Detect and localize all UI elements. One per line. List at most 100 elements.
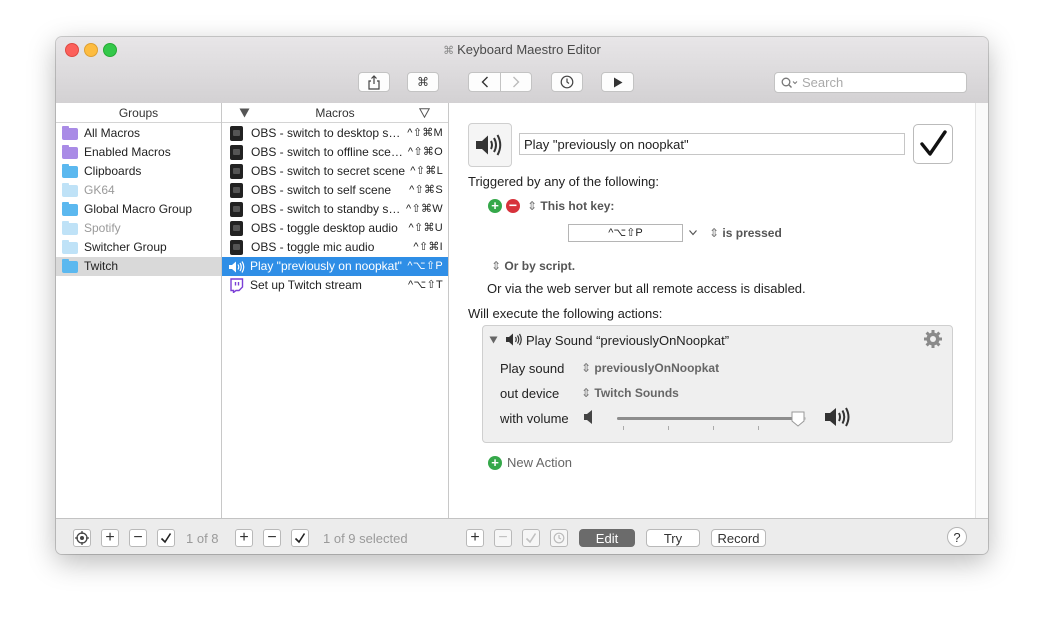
hotkey-field[interactable]: ^⌥⇧P (568, 224, 683, 242)
help-button[interactable]: ? (947, 527, 967, 547)
clock-icon (553, 532, 565, 544)
remove-group-button[interactable]: − (129, 529, 147, 547)
editor-window: ⌘Keyboard Maestro Editor ⌘ Groups All Ma… (56, 37, 988, 554)
macro-name: OBS - switch to offline scene (251, 145, 404, 159)
gear-icon[interactable] (923, 329, 943, 349)
out-device-popup[interactable]: ⇕ Twitch Sounds (581, 386, 679, 400)
volume-slider-thumb[interactable] (791, 411, 805, 427)
or-by-script-popup[interactable]: ⇕ Or by script. (491, 259, 575, 273)
macro-row[interactable]: Set up Twitch stream ^⌥⇧T (222, 276, 448, 295)
macro-hotkey: ^⇧⌘O (407, 146, 443, 158)
group-row-spotify[interactable]: Spotify (56, 219, 221, 238)
out-device-value: Twitch Sounds (594, 386, 679, 400)
group-row-twitch[interactable]: Twitch (56, 257, 221, 276)
try-button[interactable]: Try (646, 529, 700, 547)
chevron-left-icon (481, 76, 488, 88)
folder-icon (62, 220, 78, 235)
triggered-by-label: Triggered by any of the following: (468, 174, 660, 189)
group-row-global-macro-group[interactable]: Global Macro Group (56, 200, 221, 219)
remove-action-button[interactable]: − (494, 529, 512, 547)
groups-header[interactable]: Groups (56, 103, 221, 123)
checkmark-icon (920, 130, 947, 156)
macro-editor-pane: Triggered by any of the following: + − ⇕… (449, 103, 988, 518)
remove-macro-button[interactable]: − (263, 529, 281, 547)
remove-trigger-button[interactable]: − (506, 198, 520, 213)
play-sound-action[interactable]: Play Sound “previouslyOnNoopkat” Play so… (482, 325, 953, 443)
forward-button[interactable] (500, 72, 532, 92)
folder-icon (62, 239, 78, 254)
volume-slider[interactable] (617, 411, 806, 430)
group-row-clipboards[interactable]: Clipboards (56, 162, 221, 181)
command-button[interactable]: ⌘ (407, 72, 439, 92)
group-row-enabled-macros[interactable]: Enabled Macros (56, 143, 221, 162)
trigger-type-popup[interactable]: ⇕ This hot key: (527, 199, 614, 213)
run-button[interactable] (601, 72, 634, 92)
group-row-all-macros[interactable]: All Macros (56, 124, 221, 143)
window-title-text: Keyboard Maestro Editor (457, 42, 601, 57)
sound-file-value: previouslyOnNoopkat (594, 361, 720, 375)
group-row-gk64[interactable]: GK64 (56, 181, 221, 200)
add-trigger-button[interactable]: + (488, 199, 502, 213)
macro-row[interactable]: OBS - switch to self scene ^⇧⌘S (222, 181, 448, 200)
group-label: Spotify (84, 221, 121, 235)
macro-hotkey: ^⇧⌘W (406, 203, 443, 215)
group-settings-button[interactable] (73, 529, 91, 547)
group-label: Switcher Group (84, 240, 167, 254)
search-input[interactable] (802, 75, 952, 90)
macro-row[interactable]: OBS - switch to standby sc... ^⇧⌘W (222, 200, 448, 219)
share-button[interactable] (358, 72, 390, 92)
macro-name-field[interactable] (519, 133, 905, 155)
back-button[interactable] (468, 72, 500, 92)
out-device-label: out device (500, 386, 560, 401)
trigger-type-label: This hot key: (540, 199, 615, 213)
macro-row-selected[interactable]: Play "previously on noopkat" ^⌥⇧P (222, 257, 448, 276)
macro-hotkey: ^⇧⌘L (410, 165, 443, 177)
macro-enable-checkbox[interactable] (913, 124, 953, 164)
sound-file-popup[interactable]: ⇕ previouslyOnNoopkat (581, 361, 719, 375)
new-action-button[interactable]: + New Action (488, 455, 572, 470)
macro-hotkey: ^⌥⇧P (407, 260, 443, 272)
add-macro-button[interactable]: + (235, 529, 253, 547)
group-label: GK64 (84, 183, 115, 197)
macro-hotkey: ^⇧⌘I (413, 241, 443, 253)
updown-arrows-icon: ⇕ (709, 226, 720, 240)
volume-label: with volume (500, 411, 569, 426)
enable-action-checkbox[interactable] (522, 529, 540, 547)
macro-name: OBS - toggle mic audio (251, 240, 375, 254)
speaker-icon (506, 333, 522, 346)
groups-pane: Groups All Macros Enabled Macros Clipboa… (56, 103, 222, 518)
obs-icon (230, 164, 243, 179)
macro-hotkey: ^⇧⌘M (407, 127, 443, 139)
macro-row[interactable]: OBS - switch to offline scene ^⇧⌘O (222, 143, 448, 162)
filter-triangle-icon[interactable] (419, 108, 430, 118)
sort-triangle-icon[interactable] (239, 108, 250, 118)
edit-button[interactable]: Edit (579, 529, 635, 547)
chevron-down-icon[interactable] (689, 230, 697, 236)
obs-icon (230, 202, 243, 217)
macro-icon-well[interactable] (468, 123, 512, 167)
macro-row[interactable]: OBS - switch to secret scene ^⇧⌘L (222, 162, 448, 181)
macro-row[interactable]: OBS - toggle desktop audio ^⇧⌘U (222, 219, 448, 238)
macro-row[interactable]: OBS - switch to desktop sc... ^⇧⌘M (222, 124, 448, 143)
action-timer-button[interactable] (550, 529, 568, 547)
folder-icon (62, 201, 78, 216)
add-action-button[interactable]: + (466, 529, 484, 547)
speaker-icon (229, 260, 245, 273)
updown-arrows-icon: ⇕ (581, 386, 592, 400)
add-group-button[interactable]: + (101, 529, 119, 547)
editor-scrollbar[interactable] (975, 103, 988, 518)
macro-name: Play "previously on noopkat" (250, 259, 402, 273)
record-button[interactable]: Record (711, 529, 766, 547)
history-button[interactable] (551, 72, 583, 92)
macro-hotkey: ^⇧⌘U (408, 222, 443, 234)
enable-macro-checkbox[interactable] (291, 529, 309, 547)
group-row-switcher-group[interactable]: Switcher Group (56, 238, 221, 257)
key-state-popup[interactable]: ⇕ is pressed (709, 226, 782, 240)
macros-header[interactable]: Macros (222, 103, 448, 123)
search-field[interactable] (774, 72, 967, 93)
macro-row[interactable]: OBS - toggle mic audio ^⇧⌘I (222, 238, 448, 257)
enable-group-checkbox[interactable] (157, 529, 175, 547)
search-icon (781, 77, 798, 88)
disclosure-triangle-icon[interactable] (489, 336, 498, 344)
share-icon (368, 74, 380, 90)
